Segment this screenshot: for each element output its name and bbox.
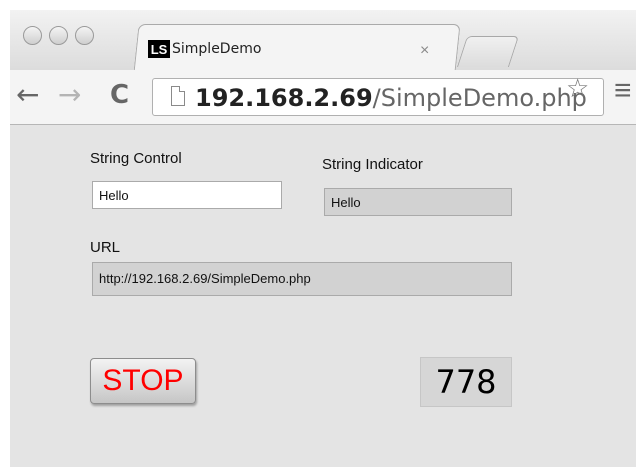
window-close-icon[interactable]: [23, 26, 42, 45]
new-tab-button[interactable]: [456, 36, 520, 67]
url-label: URL: [90, 239, 121, 256]
url-path: /SimpleDemo.php: [372, 84, 587, 112]
browser-toolbar: ← → C 192.168.2.69/SimpleDemo.php ☆ ≡: [10, 70, 636, 125]
tab-content: LS SimpleDemo: [148, 38, 448, 60]
stop-button[interactable]: STOP: [90, 358, 196, 404]
string-control-label: String Control: [90, 150, 182, 167]
tab-title: SimpleDemo: [172, 41, 262, 57]
string-indicator-label: String Indicator: [322, 156, 423, 173]
url-host: 192.168.2.69: [195, 84, 373, 112]
address-bar[interactable]: 192.168.2.69/SimpleDemo.php: [152, 78, 604, 116]
window-zoom-icon[interactable]: [75, 26, 94, 45]
forward-arrow-icon[interactable]: →: [58, 78, 81, 111]
labview-icon: LS: [148, 40, 170, 58]
string-indicator: Hello: [324, 188, 512, 216]
reload-icon[interactable]: C: [110, 80, 129, 110]
window-minimize-icon[interactable]: [49, 26, 68, 45]
string-control-input[interactable]: [92, 181, 282, 209]
back-arrow-icon[interactable]: ←: [16, 78, 39, 111]
tab-close-icon[interactable]: ×: [420, 42, 429, 60]
bookmark-star-icon[interactable]: ☆: [566, 73, 589, 104]
menu-icon[interactable]: ≡: [614, 74, 632, 108]
title-bar: LS SimpleDemo ×: [10, 10, 636, 73]
page-icon: [171, 86, 185, 106]
numeric-indicator: 778: [420, 357, 512, 407]
url-text: 192.168.2.69/SimpleDemo.php: [195, 84, 587, 112]
browser-window: LS SimpleDemo × ← → C 192.168.2.69/Simpl…: [10, 10, 636, 467]
url-indicator: http://192.168.2.69/SimpleDemo.php: [92, 262, 512, 296]
